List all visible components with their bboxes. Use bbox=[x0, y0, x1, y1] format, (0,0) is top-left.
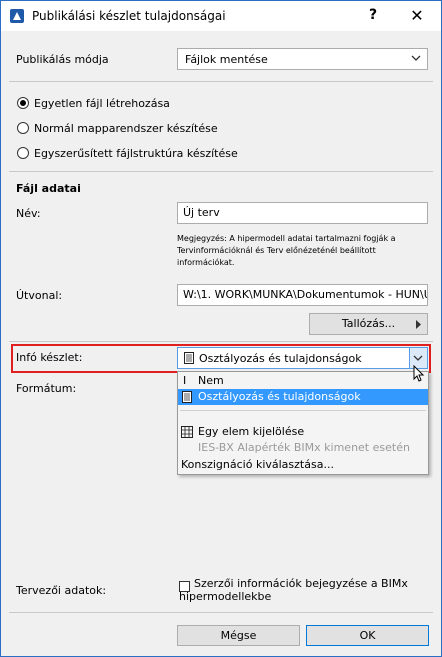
format-label: Formátum: bbox=[16, 382, 77, 395]
publish-mode-select[interactable]: Fájlok mentése bbox=[177, 48, 428, 70]
cancel-button[interactable]: Mégse bbox=[177, 625, 300, 646]
info-set-label: Infó készlet: bbox=[16, 351, 83, 364]
info-set-value: Osztályozás és tulajdonságok bbox=[199, 352, 362, 365]
radio-button[interactable] bbox=[17, 147, 29, 159]
divider bbox=[9, 81, 433, 82]
note-text: Megjegyzés: A hipermodell adatai tartalm… bbox=[177, 234, 396, 267]
menu-divider bbox=[180, 410, 426, 411]
app-icon bbox=[10, 9, 24, 23]
menu-item-consignation[interactable]: Konszignáció kiválasztása... bbox=[178, 457, 428, 473]
divider bbox=[9, 341, 433, 342]
document-icon bbox=[184, 352, 194, 364]
radio-label: Egyetlen fájl létrehozása bbox=[34, 97, 170, 110]
grid-icon bbox=[181, 426, 193, 438]
radio-label: Normál mapparendszer készítése bbox=[34, 122, 218, 135]
info-set-select[interactable]: Osztályozás és tulajdonságok bbox=[177, 347, 428, 369]
help-button[interactable]: ? bbox=[363, 7, 383, 25]
menu-item-label: Nem bbox=[198, 374, 224, 387]
name-field[interactable]: Új terv bbox=[177, 202, 428, 224]
menu-item-classification[interactable]: Osztályozás és tulajdonságok bbox=[178, 389, 428, 405]
author-info-label-line1: Szerzői információk bejegyzése a BIMx bbox=[194, 577, 408, 590]
chevron-down-icon bbox=[411, 55, 421, 61]
info-set-menu: I Nem Osztályozás és tulajdonságok Egy e… bbox=[177, 371, 429, 475]
menu-item-label: Osztályozás és tulajdonságok bbox=[198, 390, 361, 403]
ok-button[interactable]: OK bbox=[306, 625, 429, 646]
menu-item-label: Konszignáció kiválasztása... bbox=[181, 458, 334, 471]
designer-data-label: Tervezői adatok: bbox=[16, 584, 107, 597]
chevron-right-icon bbox=[416, 320, 421, 329]
text-cursor-icon: I bbox=[183, 374, 187, 387]
name-label: Név: bbox=[16, 207, 41, 220]
menu-item-label: Egy elem kijelölése bbox=[198, 425, 305, 438]
menu-item-label: IES-BX Alapérték BIMx kimenet esetén bbox=[198, 441, 410, 454]
browse-label: Tallózás... bbox=[341, 317, 396, 330]
publish-mode-value: Fájlok mentése bbox=[185, 53, 268, 66]
document-icon bbox=[182, 391, 192, 403]
dialog-window: Publikálási készlet tulajdonságai ? ✕ Pu… bbox=[0, 0, 442, 657]
menu-item-single-element[interactable]: Egy elem kijelölése bbox=[178, 424, 428, 440]
chevron-down-icon bbox=[413, 355, 423, 361]
browse-button[interactable]: Tallózás... bbox=[309, 313, 428, 335]
path-field[interactable]: W:\1. WORK\MUNKA\Dokumentumok - HUN\ÚJ bbox=[177, 284, 428, 306]
radio-label: Egyszerűsített fájlstruktúra készítése bbox=[34, 147, 238, 160]
radio-button[interactable] bbox=[17, 122, 29, 134]
radio-button[interactable] bbox=[17, 97, 29, 109]
menu-item-none[interactable]: I Nem bbox=[178, 373, 428, 389]
divider bbox=[9, 612, 433, 613]
menu-item-ies-default: IES-BX Alapérték BIMx kimenet esetén bbox=[178, 440, 428, 456]
close-button[interactable]: ✕ bbox=[406, 6, 428, 26]
publish-mode-label: Publikálás módja bbox=[16, 53, 109, 66]
mouse-cursor-icon bbox=[413, 365, 425, 382]
title-bar: Publikálási készlet tulajdonságai ? ✕ bbox=[1, 1, 441, 31]
divider bbox=[9, 171, 433, 172]
path-label: Útvonal: bbox=[16, 289, 63, 302]
author-info-label-line2: hipermodellekbe bbox=[179, 590, 272, 603]
file-data-heading: Fájl adatai bbox=[16, 182, 81, 195]
window-title: Publikálási készlet tulajdonságai bbox=[32, 9, 226, 23]
